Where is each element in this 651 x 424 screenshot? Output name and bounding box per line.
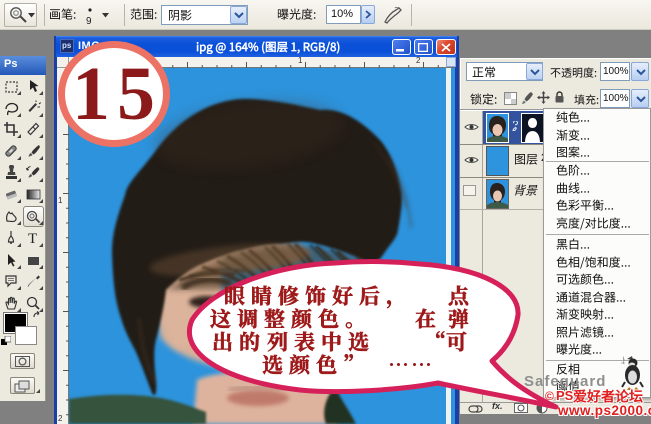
svg-text:T: T <box>28 231 37 247</box>
